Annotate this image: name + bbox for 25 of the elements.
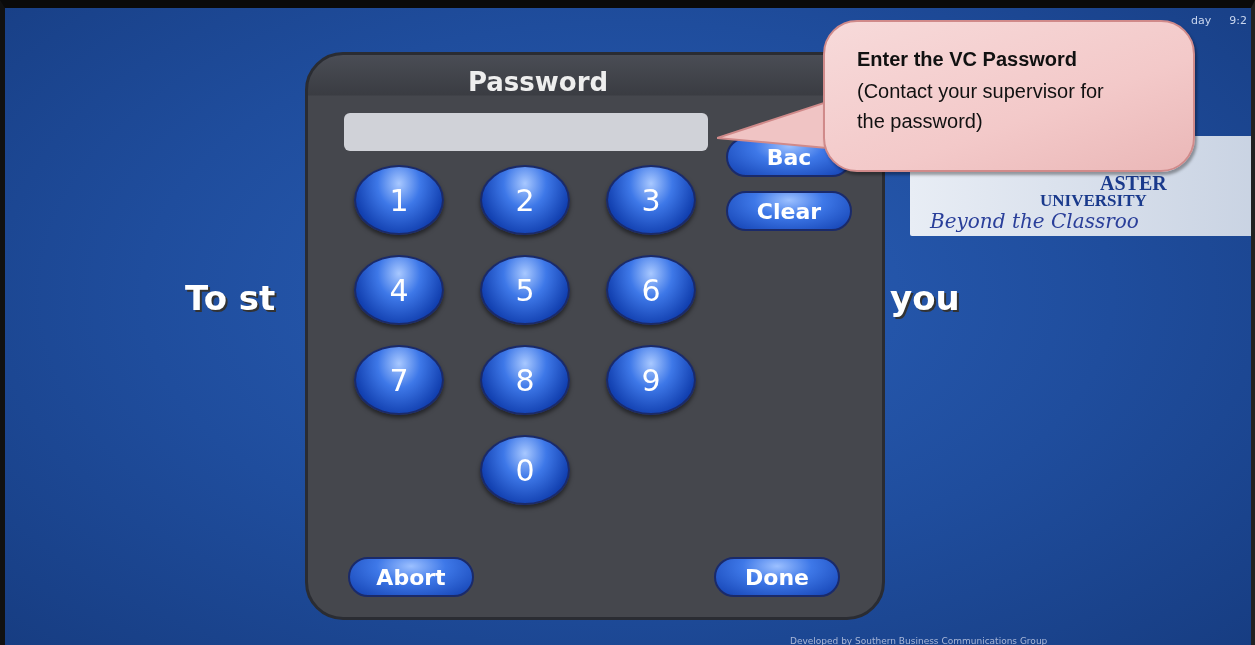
keypad-key[interactable]: 1 bbox=[354, 165, 444, 235]
dialog-title: Password bbox=[467, 67, 609, 97]
logo-name: ASTER bbox=[1100, 174, 1167, 192]
keypad-key[interactable]: 6 bbox=[606, 255, 696, 325]
logo-tagline: Beyond the Classroo bbox=[930, 209, 1139, 233]
callout-text: (Contact your supervisor for the password) bbox=[857, 79, 1105, 134]
password-field[interactable] bbox=[344, 113, 708, 151]
keypad-key[interactable]: 4 bbox=[354, 255, 444, 325]
keypad-key[interactable]: 0 bbox=[480, 435, 570, 505]
day-label: day bbox=[1191, 14, 1212, 27]
side-button[interactable]: Clear bbox=[726, 191, 852, 231]
keypad-key[interactable]: 2 bbox=[480, 165, 570, 235]
dialog-button[interactable]: Abort bbox=[348, 557, 474, 597]
logo-university: UNIVERSITY bbox=[1040, 192, 1147, 209]
keypad-key[interactable]: 9 bbox=[606, 345, 696, 415]
keypad-key[interactable]: 3 bbox=[606, 165, 696, 235]
background-message: To st bbox=[185, 278, 276, 318]
footer-credit: Developed by Southern Business Communications Group bbox=[790, 636, 1048, 645]
callout-title: Enter the VC Password bbox=[857, 47, 1079, 72]
background-message: you bbox=[890, 278, 960, 318]
keypad-key[interactable]: 7 bbox=[354, 345, 444, 415]
keypad-key[interactable]: 5 bbox=[480, 255, 570, 325]
dialog-button[interactable]: Done bbox=[714, 557, 840, 597]
keypad-key[interactable]: 8 bbox=[480, 345, 570, 415]
time-label: 9:2 bbox=[1229, 14, 1247, 27]
